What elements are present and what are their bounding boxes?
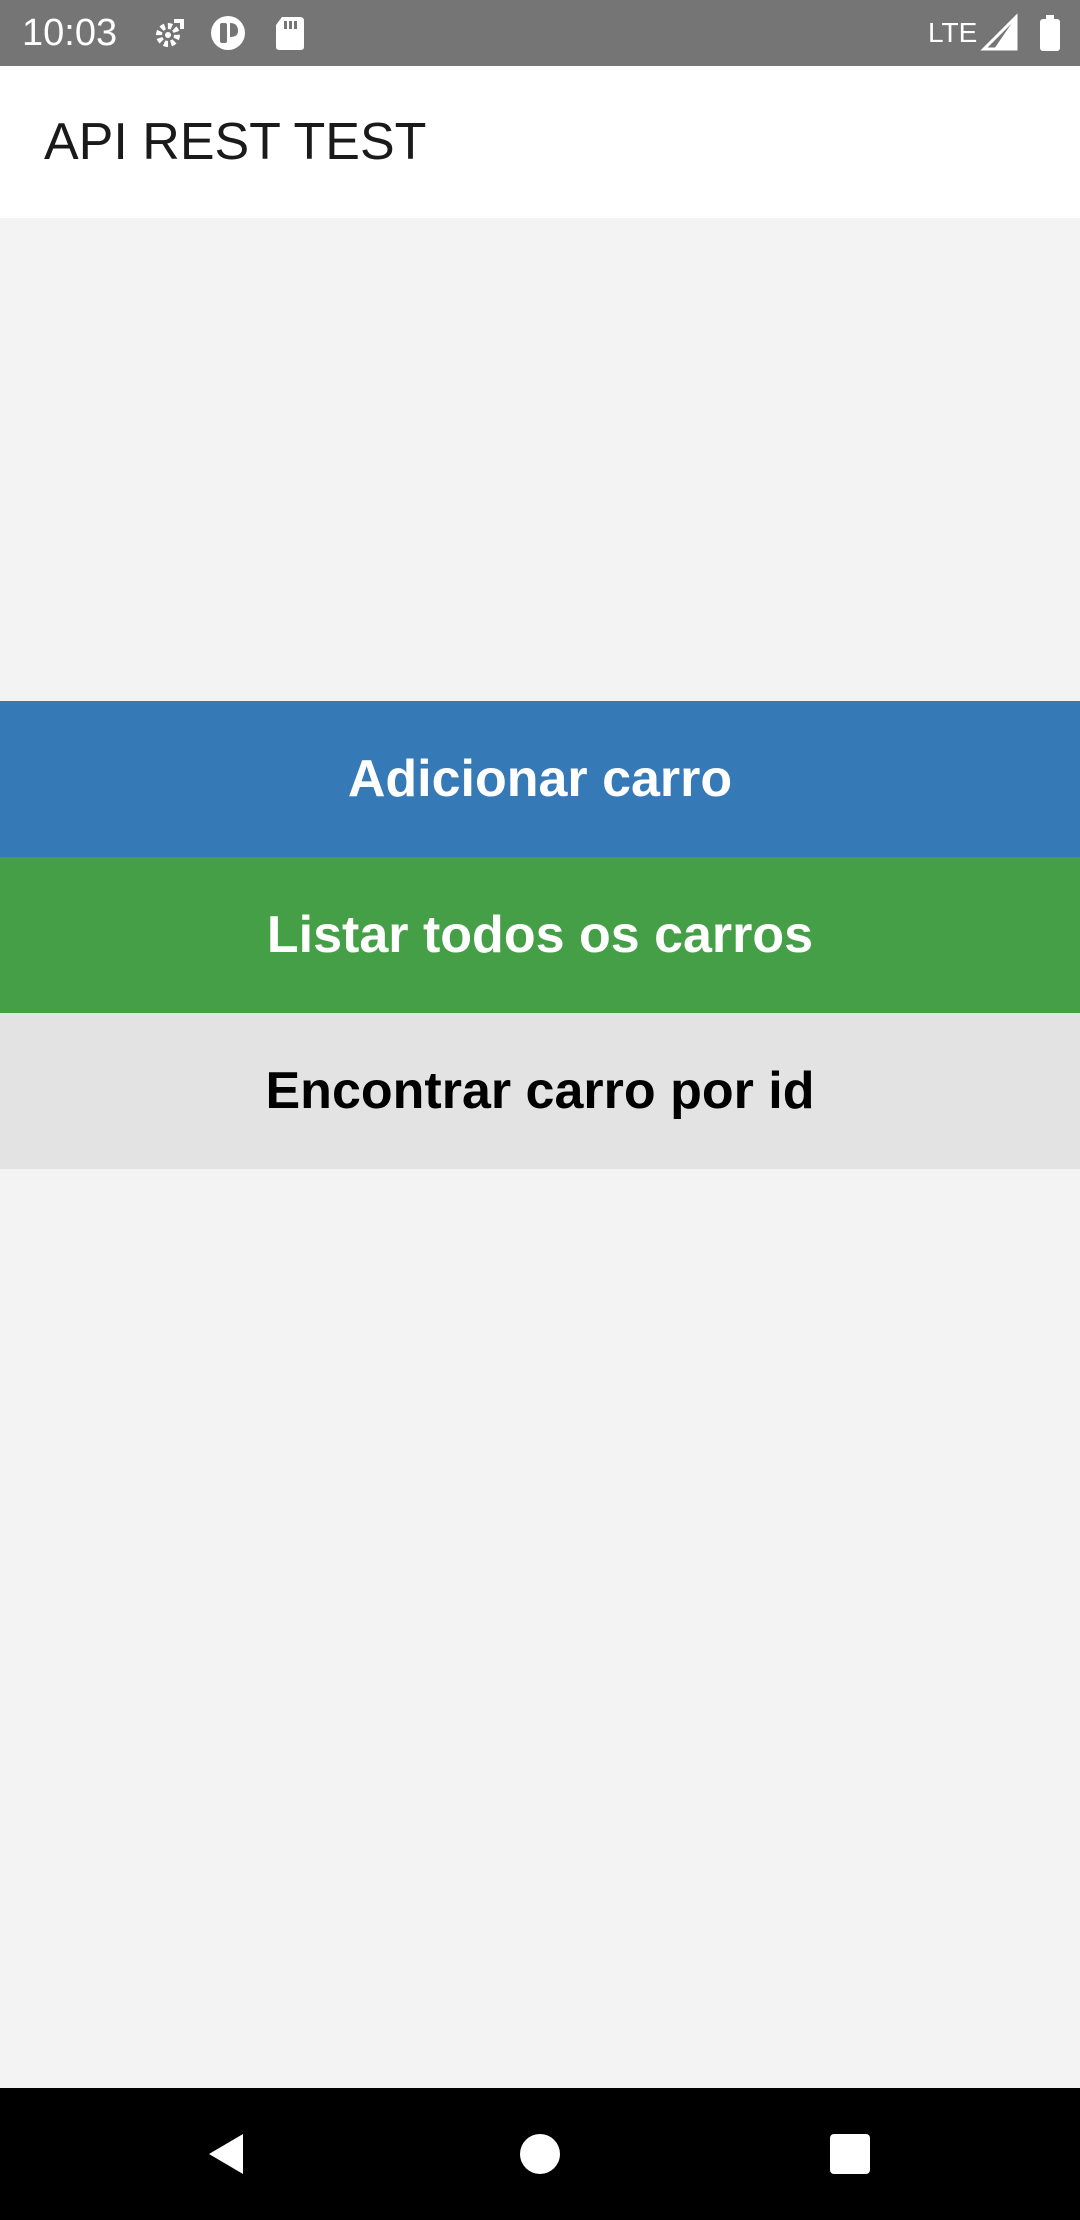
network-type-label: LTE [928,17,978,48]
back-icon[interactable] [186,2114,266,2194]
sd-card-icon [270,13,310,53]
app-bar: API REST TEST [0,66,1080,218]
recents-icon[interactable] [810,2114,890,2194]
data-saver-icon [208,13,248,53]
settings-icon [148,13,188,53]
home-icon[interactable] [500,2114,580,2194]
signal-icon [980,13,1020,53]
status-time: 10:03 [22,12,118,54]
add-car-button[interactable]: Adicionar carro [0,701,1080,857]
find-car-by-id-button[interactable]: Encontrar carro por id [0,1013,1080,1169]
navigation-bar [0,2088,1080,2220]
status-bar: 10:03 LTE [0,0,1080,66]
battery-icon [1030,13,1070,53]
page-title: API REST TEST [44,113,427,171]
list-all-cars-button[interactable]: Listar todos os carros [0,857,1080,1013]
